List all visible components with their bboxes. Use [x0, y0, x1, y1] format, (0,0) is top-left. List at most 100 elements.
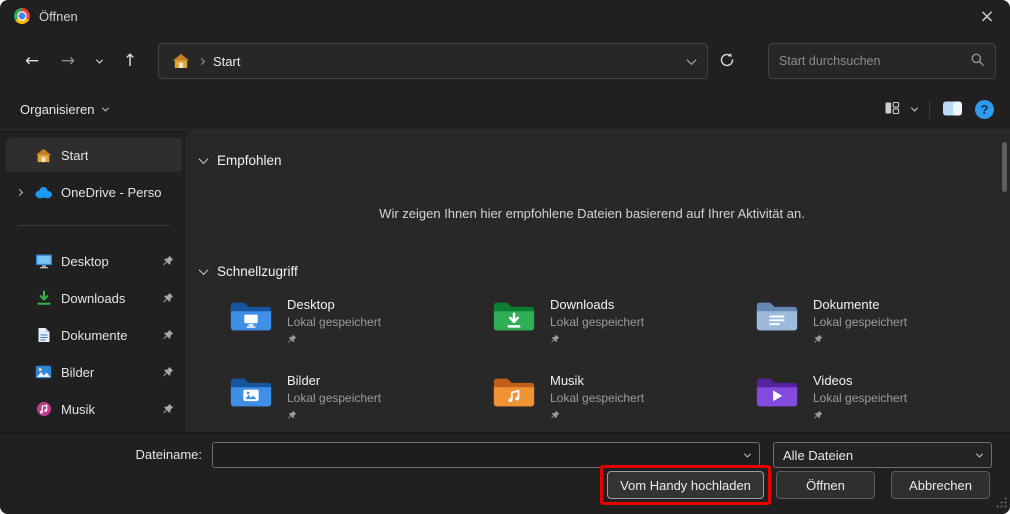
command-toolbar: Organisieren ? [0, 90, 1010, 130]
help-icon: ? [980, 102, 989, 117]
tile-status: Lokal gespeichert [287, 391, 382, 405]
view-layout-button[interactable] [884, 100, 900, 119]
close-button[interactable]: × [964, 0, 1010, 32]
chevron-down-icon[interactable] [743, 450, 752, 458]
tile-name: Downloads [550, 297, 615, 312]
quick-access-tile-desktop[interactable]: Desktop Lokal gespeichert [228, 297, 491, 359]
pin-icon [162, 292, 174, 304]
address-bar[interactable]: Start [158, 43, 708, 79]
pin-icon [162, 403, 174, 415]
back-button[interactable]: ← [14, 44, 50, 78]
chevron-right-icon[interactable] [12, 188, 26, 196]
section-empfohlen[interactable]: Empfohlen [198, 150, 984, 170]
sidebar-item-label: Downloads [61, 290, 126, 306]
pin-icon [550, 410, 560, 420]
preview-pane-toggle-button[interactable] [942, 100, 963, 120]
filename-label: Dateiname: [135, 447, 202, 462]
section-title: Empfohlen [217, 152, 282, 168]
tile-status: Lokal gespeichert [550, 315, 645, 329]
sidebar-item-downloads[interactable]: Downloads [6, 281, 182, 315]
section-schnellzugriff[interactable]: Schnellzugriff [198, 261, 984, 281]
chevron-down-icon[interactable] [975, 450, 984, 458]
browser-app-icon [14, 8, 30, 24]
music-folder-icon [491, 373, 537, 411]
section-title: Schnellzugriff [217, 263, 298, 279]
pin-icon [813, 334, 823, 344]
scrollbar-thumb[interactable] [1002, 142, 1007, 192]
sidebar-separator [18, 225, 170, 226]
sidebar-item-desktop[interactable]: Desktop [6, 244, 182, 278]
tile-name: Musik [550, 373, 584, 388]
desktop-monitor-icon [34, 253, 53, 270]
sidebar-item-musik[interactable]: Musik [6, 392, 182, 426]
chevron-down-icon [910, 104, 919, 112]
onedrive-cloud-icon [34, 184, 53, 201]
open-button[interactable]: Öffnen [776, 471, 875, 499]
pin-icon [813, 410, 823, 420]
picture-icon [34, 364, 53, 381]
quick-access-tile-videos[interactable]: Videos Lokal gespeichert [754, 373, 1010, 432]
download-arrow-icon [34, 290, 53, 307]
view-dropdown-button[interactable] [910, 104, 919, 112]
open-file-dialog: Öffnen × ← → ↑ Start Start durchsuchen O… [0, 0, 1010, 514]
forward-button[interactable]: → [50, 44, 86, 78]
upload-from-phone-button[interactable]: Vom Handy hochladen [607, 471, 764, 499]
search-box [768, 43, 996, 79]
file-type-select[interactable]: Alle Dateien [773, 442, 992, 468]
tile-status: Lokal gespeichert [813, 391, 908, 405]
document-icon [34, 327, 53, 344]
sidebar-item-dokumente[interactable]: Dokumente [6, 318, 182, 352]
pin-icon [162, 255, 174, 267]
sidebar-item-label: Start [61, 147, 89, 163]
home-icon [34, 147, 53, 164]
documents-folder-icon [754, 297, 800, 335]
breadcrumb-start[interactable]: Start [213, 54, 240, 69]
chevron-down-icon [198, 264, 209, 275]
layout-grid-icon [884, 100, 900, 119]
sidebar-item-label: Desktop [61, 253, 109, 269]
pin-icon [550, 334, 560, 344]
music-note-icon [34, 401, 53, 418]
tile-name: Dokumente [813, 297, 880, 312]
quick-access-tile-musik[interactable]: Musik Lokal gespeichert [491, 373, 754, 432]
sidebar-item-bilder[interactable]: Bilder [6, 355, 182, 389]
filename-input[interactable] [222, 447, 745, 463]
sidebar-item-start[interactable]: Start [6, 138, 182, 172]
scrollbar[interactable] [1001, 134, 1007, 428]
sidebar-item-label: Musik [61, 401, 95, 417]
quick-access-tile-downloads[interactable]: Downloads Lokal gespeichert [491, 297, 754, 359]
address-dropdown-chevron-icon[interactable] [686, 54, 697, 65]
pin-icon [162, 329, 174, 341]
main-content: Empfohlen Wir zeigen Ihnen hier empfohle… [186, 130, 1010, 432]
quick-access-tile-bilder[interactable]: Bilder Lokal gespeichert [228, 373, 491, 432]
breadcrumb-chevron-icon [197, 57, 206, 65]
window-title: Öffnen [39, 8, 78, 24]
preview-pane-icon [942, 100, 963, 120]
up-button[interactable]: ↑ [112, 44, 148, 78]
title-bar: Öffnen × [0, 0, 1010, 32]
chevron-down-icon [198, 153, 209, 164]
help-button[interactable]: ? [975, 100, 994, 119]
filename-combobox[interactable] [212, 442, 760, 468]
refresh-button[interactable] [708, 44, 746, 78]
history-dropdown-button[interactable] [86, 44, 112, 78]
pin-icon [287, 334, 297, 344]
tile-name: Videos [813, 373, 853, 388]
sidebar-item-label: Bilder [61, 364, 95, 380]
sidebar-item-onedrive[interactable]: OneDrive - Perso [6, 175, 182, 209]
quick-access-grid: Desktop Lokal gespeichert Downloads Loka… [200, 297, 984, 432]
tile-status: Lokal gespeichert [550, 391, 645, 405]
organize-button[interactable]: Organisieren [20, 102, 110, 117]
desktop-folder-icon [228, 297, 274, 335]
resize-grip[interactable] [996, 496, 1007, 511]
recommended-empty-text: Wir zeigen Ihnen hier empfohlene Dateien… [379, 206, 805, 221]
organize-label: Organisieren [20, 102, 95, 117]
up-arrow-icon: ↑ [122, 51, 138, 71]
navigation-bar: ← → ↑ Start [0, 32, 1010, 90]
videos-folder-icon [754, 373, 800, 411]
quick-access-tile-dokumente[interactable]: Dokumente Lokal gespeichert [754, 297, 1010, 359]
cancel-button[interactable]: Abbrechen [891, 471, 990, 499]
navigation-sidebar: Start OneDrive - Perso Desktop Downloads… [0, 130, 186, 432]
tile-status: Lokal gespeichert [287, 315, 382, 329]
search-input[interactable] [779, 54, 964, 68]
